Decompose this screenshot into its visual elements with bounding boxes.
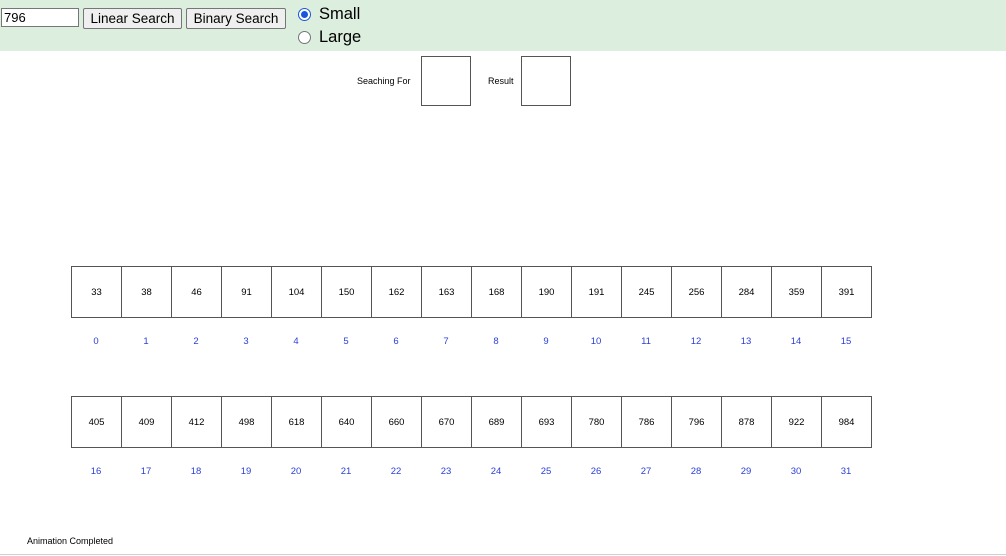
- array-cell: 46: [171, 266, 222, 318]
- array-index-label: 24: [490, 466, 502, 477]
- searching-for-label: Seaching For: [357, 76, 411, 86]
- array-cell: 190: [521, 266, 572, 318]
- array-index-label: 7: [443, 336, 449, 347]
- status-message: Animation Completed: [27, 536, 114, 546]
- array-index-label: 13: [740, 336, 752, 347]
- array-cell: 922: [771, 396, 822, 448]
- array-cell: 391: [821, 266, 872, 318]
- array-index-label: 4: [293, 336, 299, 347]
- array-index-label: 27: [640, 466, 652, 477]
- array-cell: 359: [771, 266, 822, 318]
- small-radio-label[interactable]: Small: [319, 5, 360, 24]
- array-index-label: 28: [690, 466, 702, 477]
- array-row-1: 33 38 46 91 104 150 162 163 168 190 191 245 256 284 35…: [71, 266, 872, 318]
- array-cell: 796: [671, 396, 722, 448]
- array-cell: 670: [421, 396, 472, 448]
- search-value-input[interactable]: [1, 8, 79, 27]
- array-index-label: 14: [790, 336, 802, 347]
- array-cell: 984: [821, 396, 872, 448]
- size-option-small[interactable]: Small: [298, 4, 360, 24]
- array-cell: 878: [721, 396, 772, 448]
- array-index-label: 2: [193, 336, 199, 347]
- array-index-label: 6: [393, 336, 399, 347]
- array-index-label: 29: [740, 466, 752, 477]
- large-radio-button[interactable]: [298, 30, 311, 44]
- array-cell: 640: [321, 396, 372, 448]
- result-label: Result: [488, 76, 514, 86]
- array-cell: 33: [71, 266, 122, 318]
- array-cell: 409: [121, 396, 172, 448]
- array-cell: 163: [421, 266, 472, 318]
- array-index-label: 25: [540, 466, 552, 477]
- array-cell: 168: [471, 266, 522, 318]
- array-index-label: 17: [140, 466, 152, 477]
- linear-search-button[interactable]: Linear Search: [83, 8, 182, 29]
- array-cell: 162: [371, 266, 422, 318]
- array-index-label: 10: [590, 336, 602, 347]
- array-index-label: 30: [790, 466, 802, 477]
- array-index-label: 19: [240, 466, 252, 477]
- index-row-1: 0 1 2 3 4 5 6 7 8 9 10 11 12 13 14 15: [71, 336, 871, 347]
- array-cell: 780: [571, 396, 622, 448]
- array-cell: 104: [271, 266, 322, 318]
- array-row-2: 405 409 412 498 618 640 660 670 689 693 780 786 796 8…: [71, 396, 872, 448]
- control-bar: Linear Search Binary Search Small Large: [0, 0, 1006, 51]
- array-index-label: 12: [690, 336, 702, 347]
- array-cell: 150: [321, 266, 372, 318]
- result-box: [521, 56, 571, 106]
- searching-for-box: [421, 56, 471, 106]
- array-cell: 256: [671, 266, 722, 318]
- array-index-label: 8: [493, 336, 499, 347]
- array-index-label: 15: [840, 336, 852, 347]
- large-radio-label[interactable]: Large: [319, 28, 361, 47]
- array-index-label: 21: [340, 466, 352, 477]
- array-cell: 405: [71, 396, 122, 448]
- array-cell: 38: [121, 266, 172, 318]
- array-index-label: 11: [641, 336, 651, 347]
- array-cell: 412: [171, 396, 222, 448]
- array-cell: 284: [721, 266, 772, 318]
- array-cell: 693: [521, 396, 572, 448]
- array-index-label: 3: [243, 336, 249, 347]
- array-cell: 786: [621, 396, 672, 448]
- array-index-label: 20: [290, 466, 302, 477]
- array-index-label: 31: [840, 466, 852, 477]
- bottom-divider: [0, 554, 1006, 555]
- array-cell: 660: [371, 396, 422, 448]
- small-radio-button[interactable]: [298, 7, 311, 21]
- array-cell: 91: [221, 266, 272, 318]
- array-index-label: 0: [93, 336, 99, 347]
- array-cell: 689: [471, 396, 522, 448]
- array-index-label: 26: [590, 466, 602, 477]
- array-index-label: 9: [543, 336, 549, 347]
- array-cell: 191: [571, 266, 622, 318]
- array-cell: 498: [221, 396, 272, 448]
- binary-search-button[interactable]: Binary Search: [186, 8, 286, 29]
- array-index-label: 5: [343, 336, 349, 347]
- array-index-label: 22: [390, 466, 402, 477]
- array-cell: 245: [621, 266, 672, 318]
- array-index-label: 16: [90, 466, 102, 477]
- array-cell: 618: [271, 396, 322, 448]
- array-index-label: 1: [143, 336, 149, 347]
- size-option-large[interactable]: Large: [298, 27, 361, 47]
- array-index-label: 23: [440, 466, 452, 477]
- index-row-2: 16 17 18 19 20 21 22 23 24 25 26 27 28 29 30 31: [71, 466, 871, 477]
- array-index-label: 18: [190, 466, 202, 477]
